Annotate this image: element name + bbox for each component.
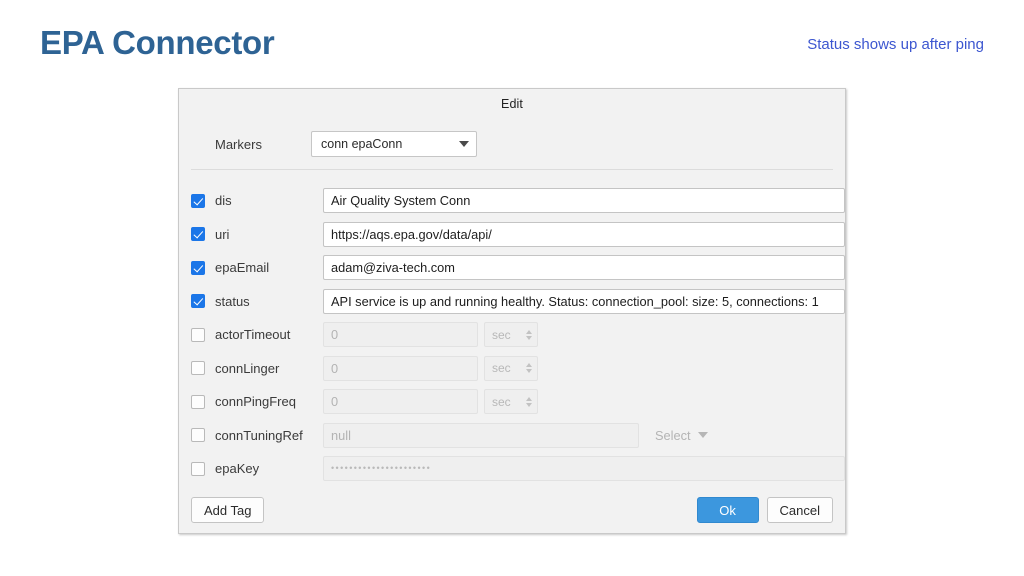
input-connLinger[interactable]: 0 [323,355,478,381]
checkbox-status[interactable] [191,294,205,309]
select-dropdown-label: Select [655,427,691,443]
field-row: dis Air Quality System Conn [179,184,845,218]
field-label-connTuningRef: connTuningRef [215,427,303,443]
spinner-arrows-icon[interactable] [526,363,532,374]
add-tag-button[interactable]: Add Tag [191,497,265,523]
checkbox-connTuningRef[interactable] [191,428,205,443]
input-actorTimeout[interactable]: 0 [323,322,478,348]
field-label-status: status [215,293,250,309]
markers-row: Markers conn epaConn [179,121,845,167]
unit-label: sec [492,327,511,342]
checkbox-connLinger[interactable] [191,361,205,376]
checkbox-epaEmail[interactable] [191,260,205,275]
input-value: 0 [331,394,339,410]
markers-dropdown-value: conn epaConn [321,137,403,151]
input-status[interactable]: API service is up and running healthy. S… [323,288,845,314]
unit-select-connLinger[interactable]: sec [484,355,538,381]
field-label-dis: dis [215,193,232,209]
markers-dropdown[interactable]: conn epaConn [311,131,477,157]
checkbox-uri[interactable] [191,227,205,242]
field-row: connLinger 0 sec [179,352,845,386]
input-value: API service is up and running healthy. S… [331,293,819,309]
input-epaEmail[interactable]: adam@ziva-tech.com [323,255,845,281]
status-note: Status shows up after ping [807,36,984,53]
cancel-button[interactable]: Cancel [766,497,833,523]
checkbox-actorTimeout[interactable] [191,327,205,342]
unit-label: sec [492,361,511,376]
input-value: https://aqs.epa.gov/data/api/ [331,226,492,242]
field-row: actorTimeout 0 sec [179,318,845,352]
unit-label: sec [492,394,511,409]
spinner-arrows-icon[interactable] [526,396,532,407]
input-connPingFreq[interactable]: 0 [323,389,478,415]
chevron-down-icon [459,141,469,147]
field-row: epaEmail adam@ziva-tech.com [179,251,845,285]
field-label-epaEmail: epaEmail [215,260,270,276]
field-label-connPingFreq: connPingFreq [215,394,296,410]
input-dis[interactable]: Air Quality System Conn [323,188,845,214]
input-uri[interactable]: https://aqs.epa.gov/data/api/ [323,221,845,247]
dialog-footer: Add Tag Ok Cancel [179,497,845,523]
chevron-down-icon [697,432,708,439]
checkbox-dis[interactable] [191,193,205,208]
select-dropdown-connTuningRef[interactable]: Select [650,423,713,448]
checkbox-connPingFreq[interactable] [191,394,205,409]
masked-value: •••••••••••••••••••••• [331,463,432,474]
input-value: null [331,427,351,443]
edit-dialog: Edit Markers conn epaConn dis Air Quality… [178,88,846,534]
dialog-title: Edit [501,97,523,111]
field-row: epaKey •••••••••••••••••••••• [179,452,845,486]
field-row: status API service is up and running heal… [179,285,845,319]
field-label-connLinger: connLinger [215,360,280,376]
input-value: adam@ziva-tech.com [331,260,455,276]
input-value: 0 [331,327,339,343]
checkbox-epaKey[interactable] [191,461,205,476]
field-row: uri https://aqs.epa.gov/data/api/ [179,218,845,252]
field-label-uri: uri [215,226,230,242]
field-list: dis Air Quality System Conn uri https://aqs… [179,170,845,486]
field-label-actorTimeout: actorTimeout [215,327,291,343]
unit-select-connPingFreq[interactable]: sec [484,389,538,415]
ok-button[interactable]: Ok [696,497,759,523]
field-label-epaKey: epaKey [215,461,260,477]
input-value: Air Quality System Conn [331,193,471,209]
input-epaKey[interactable]: •••••••••••••••••••••• [323,456,845,482]
input-value: 0 [331,360,339,376]
spinner-arrows-icon[interactable] [526,329,532,340]
unit-select-actorTimeout[interactable]: sec [484,322,538,348]
markers-label: Markers [215,136,262,152]
page-title: EPA Connector [40,24,275,61]
field-row: connPingFreq 0 sec [179,385,845,419]
field-row: connTuningRef null Select [179,419,845,453]
input-connTuningRef[interactable]: null [323,422,639,448]
